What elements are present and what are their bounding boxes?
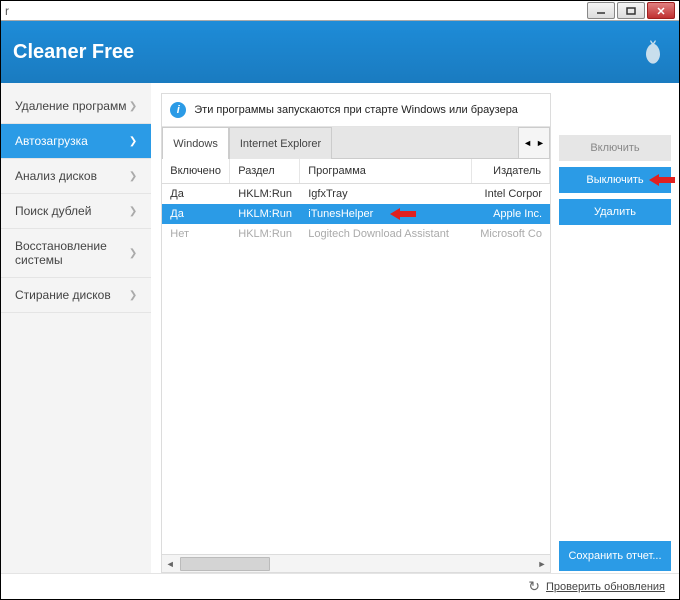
arrow-right-icon: ► [536,138,545,148]
cell-enabled: Да [162,184,230,204]
scroll-left-icon[interactable]: ◄ [162,559,178,569]
table-row[interactable]: Да HKLM:Run IgfxTray Intel Corpor [162,184,550,204]
col-program[interactable]: Программа [300,159,472,183]
startup-table: Включено Раздел Программа Издатель Да HK… [162,159,550,572]
cell-section: HKLM:Run [230,184,300,204]
sidebar-item-duplicates[interactable]: Поиск дублей ❯ [1,194,151,229]
col-section[interactable]: Раздел [230,159,300,183]
sidebar-item-label: Автозагрузка [15,134,88,148]
chevron-right-icon: ❯ [129,290,137,301]
col-enabled[interactable]: Включено [162,159,230,183]
cell-program: iTunesHelper [300,204,472,224]
tabs-row: Windows Internet Explorer ◄► [162,127,550,159]
action-panel: Включить Выключить Удалить Сохранить отч… [559,93,671,573]
cell-program: IgfxTray [300,184,472,204]
scroll-right-icon[interactable]: ► [534,559,550,569]
sidebar-item-wipe[interactable]: Стирание дисков ❯ [1,278,151,313]
annotation-arrow-icon [390,206,416,222]
center-panel: i Эти программы запускаются при старте W… [161,93,551,573]
table-row[interactable]: Да HKLM:Run iTunesHelper Apple Inc. [162,204,550,224]
title-remnant: r [5,4,9,18]
info-icon: i [170,102,186,118]
sidebar-item-disk-analysis[interactable]: Анализ дисков ❯ [1,159,151,194]
table-body: Да HKLM:Run IgfxTray Intel Corpor Да HKL… [162,184,550,554]
sidebar-item-restore[interactable]: Восстановление системы❯ [1,229,151,278]
check-updates-link[interactable]: Проверить обновления [546,581,665,593]
button-label: Включить [590,142,639,154]
tab-scroll-buttons[interactable]: ◄► [518,127,550,159]
cell-section: HKLM:Run [230,224,300,244]
annotation-arrow-icon [649,172,675,188]
info-bar: i Эти программы запускаются при старте W… [162,94,550,127]
app-header: Cleaner Free [1,21,679,83]
sidebar-item-label: Удаление программ [15,99,126,113]
arrow-left-icon: ◄ [523,138,532,148]
chevron-right-icon: ❯ [129,136,137,147]
tab-windows[interactable]: Windows [162,127,229,159]
chevron-right-icon: ❯ [129,248,137,259]
cell-enabled: Нет [162,224,230,244]
button-label: Сохранить отчет... [568,550,661,562]
sidebar-item-uninstall[interactable]: Удаление программ❯ [1,89,151,124]
chevron-right-icon: ❯ [129,171,137,182]
window-controls [587,2,675,19]
enable-button: Включить [559,135,671,161]
app-title: Cleaner Free [13,41,134,64]
cell-publisher: Intel Corpor [472,184,550,204]
scroll-thumb[interactable] [180,557,270,571]
tab-label: Internet Explorer [240,138,321,150]
sidebar-item-label: Восстановление системы [15,239,129,267]
maximize-button[interactable] [617,2,645,19]
cell-section: HKLM:Run [230,204,300,224]
pear-logo-icon [639,38,667,66]
horizontal-scrollbar[interactable]: ◄ ► [162,554,550,572]
sidebar-item-label: Анализ дисков [15,169,97,183]
cell-program: Logitech Download Assistant [300,224,472,244]
chevron-right-icon: ❯ [129,101,137,112]
sidebar-item-label: Поиск дублей [15,204,91,218]
window-titlebar: r [1,1,679,21]
footer: ↻ Проверить обновления [1,573,679,599]
table-row[interactable]: Нет HKLM:Run Logitech Download Assistant… [162,224,550,244]
cell-enabled: Да [162,204,230,224]
minimize-button[interactable] [587,2,615,19]
close-button[interactable] [647,2,675,19]
tab-label: Windows [173,138,218,150]
sidebar-item-startup[interactable]: Автозагрузка ❯ [1,124,151,159]
col-publisher[interactable]: Издатель [472,159,550,183]
tab-ie[interactable]: Internet Explorer [229,127,332,159]
save-report-button[interactable]: Сохранить отчет... [559,541,671,571]
chevron-right-icon: ❯ [129,206,137,217]
delete-button[interactable]: Удалить [559,199,671,225]
sidebar-item-label: Стирание дисков [15,288,111,302]
info-text: Эти программы запускаются при старте Win… [194,104,518,116]
cell-publisher: Microsoft Co [472,224,550,244]
cell-publisher: Apple Inc. [472,204,550,224]
button-label: Удалить [594,206,636,218]
refresh-icon: ↻ [528,578,540,595]
sidebar: Удаление программ❯ Автозагрузка❯ Анализ … [1,83,151,573]
table-header: Включено Раздел Программа Издатель [162,159,550,184]
button-label: Выключить [586,174,643,186]
